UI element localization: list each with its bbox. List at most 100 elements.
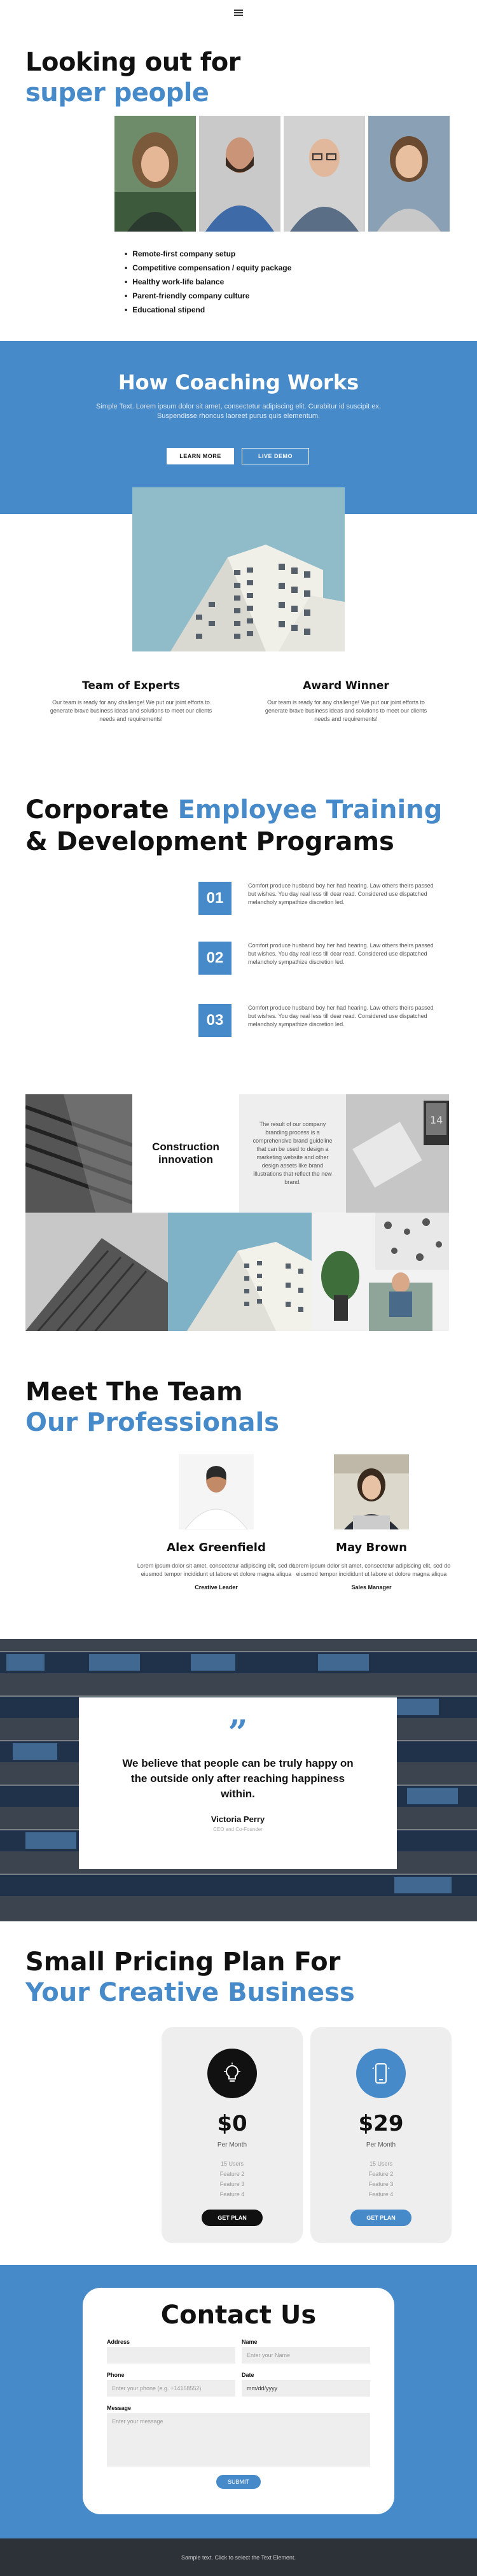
member-bio: Lorem ipsum dolor sit amet, consectetur … (137, 1563, 296, 1577)
hero-title: Looking out for super people (25, 47, 240, 108)
top-nav (0, 0, 477, 25)
phone-icon (356, 2049, 406, 2098)
building-image (132, 487, 345, 651)
member-name: May Brown (336, 1541, 407, 1554)
program-number: 01 (198, 882, 232, 915)
name-label: Name (242, 2339, 258, 2345)
plan-feature: 15 Users (369, 2161, 392, 2167)
laptop-screen-text: 14 (430, 1114, 443, 1126)
phone-input[interactable]: Enter your phone (e.g. +14158552) (107, 2380, 235, 2397)
perk-item: Competitive compensation / equity packag… (125, 261, 291, 275)
feature-text: Our team is ready for any challenge! We … (265, 699, 427, 722)
feature-title: Team of Experts (82, 679, 180, 692)
person-photo-man-glasses (284, 116, 365, 232)
lightbulb-icon (207, 2049, 257, 2098)
name-input[interactable]: Enter your Name (242, 2347, 370, 2364)
pricing-card-free: $0 Per Month 15 Users Feature 2 Feature … (162, 2027, 303, 2243)
contact-title: Contact Us (160, 2301, 317, 2330)
phone-label: Phone (107, 2372, 125, 2378)
message-input[interactable]: Enter your message (107, 2413, 370, 2467)
gallery-label: Construction innovation (152, 1141, 219, 1166)
plan-period: Per Month (217, 2141, 247, 2148)
learn-more-button[interactable]: LEARN MORE (167, 448, 234, 464)
plan-price: $0 (217, 2111, 247, 2136)
plan-price: $29 (358, 2111, 404, 2136)
feature-text: Our team is ready for any challenge! We … (50, 699, 212, 722)
programs-title-a: Corporate (25, 795, 178, 825)
quote-text: We believe that people can be truly happ… (122, 1757, 354, 1800)
programs-title: Corporate Employee Training & Developmen… (25, 794, 442, 858)
gallery-building-blue-image (168, 1213, 312, 1331)
program-text: Comfort produce husband boy her had hear… (248, 882, 434, 905)
address-label: Address (107, 2339, 130, 2345)
plan-feature: Feature 4 (368, 2191, 394, 2197)
member-role: Creative Leader (195, 1584, 238, 1591)
feature-award-winner: Award Winner Our team is ready for any c… (257, 679, 435, 723)
gallery-text-box: The result of our company branding proce… (239, 1094, 346, 1213)
quote-icon: ” (228, 1712, 248, 1753)
person-photo-man-beard (199, 116, 280, 232)
plan-feature: Feature 4 (219, 2191, 245, 2197)
feature-team-of-experts: Team of Experts Our team is ready for an… (42, 679, 220, 723)
plan-feature: Feature 3 (219, 2181, 245, 2187)
feature-title: Award Winner (303, 679, 389, 692)
gallery-workspace-image (312, 1213, 449, 1331)
message-label: Message (107, 2405, 132, 2411)
member-role: Sales Manager (351, 1584, 392, 1591)
plan-feature: Feature 2 (219, 2171, 245, 2177)
quote-author: Victoria Perry (211, 1814, 265, 1824)
quote-box: ” We believe that people can be truly ha… (79, 1697, 397, 1869)
team-title-line2: Our Professionals (25, 1408, 279, 1437)
coaching-title: How Coaching Works (118, 370, 359, 394)
program-number: 03 (198, 1004, 232, 1037)
plan-feature: 15 Users (220, 2161, 244, 2167)
plan-period: Per Month (366, 2141, 396, 2148)
team-member-card: Alex Greenfield Lorem ipsum dolor sit am… (127, 1454, 305, 1592)
hero-section: Looking out for super people Remote-firs… (0, 25, 477, 341)
person-photo-woman-curly (114, 116, 196, 232)
team-title: Meet The Team Our Professionals (25, 1377, 279, 1438)
gallery-building-bw-image (25, 1213, 168, 1331)
gallery-label-box: Construction innovation (132, 1094, 239, 1213)
hero-title-line1: Looking out for (25, 48, 240, 77)
pricing-card-paid: $29 Per Month 15 Users Feature 2 Feature… (310, 2027, 452, 2243)
perk-item: Educational stipend (125, 303, 291, 317)
plan-feature: Feature 2 (368, 2171, 394, 2177)
address-input[interactable] (107, 2347, 235, 2364)
get-plan-button[interactable]: GET PLAN (350, 2210, 411, 2226)
avatar (334, 1454, 409, 1529)
plan-feature: Feature 3 (368, 2181, 394, 2187)
submit-button[interactable]: SUBMIT (216, 2475, 261, 2489)
perk-item: Parent-friendly company culture (125, 289, 291, 303)
program-text: Comfort produce husband boy her had hear… (248, 1005, 434, 1027)
perk-item: Healthy work-life balance (125, 275, 291, 289)
hero-title-line2: super people (25, 78, 209, 108)
live-demo-button[interactable]: LIVE DEMO (242, 448, 309, 464)
programs-title-b: Employee Training (177, 795, 443, 825)
avatar (179, 1454, 254, 1529)
member-bio: Lorem ipsum dolor sit amet, consectetur … (292, 1563, 451, 1577)
gallery-notebook-image: 14 (346, 1094, 449, 1213)
get-plan-button[interactable]: GET PLAN (202, 2210, 263, 2226)
quote-role: CEO and Co-Founder (213, 1827, 263, 1832)
gallery-architecture-image (25, 1094, 132, 1213)
footer-text[interactable]: Sample text. Click to select the Text El… (181, 2554, 296, 2561)
team-title-line1: Meet The Team (25, 1377, 243, 1407)
member-name: Alex Greenfield (167, 1541, 266, 1554)
contact-form: Contact Us Address Name Enter your Name … (83, 2288, 394, 2514)
footer: Sample text. Click to select the Text El… (0, 2538, 477, 2576)
gallery-grid: Construction innovation The result of ou… (25, 1094, 449, 1331)
pricing-title: Small Pricing Plan For Your Creative Bus… (25, 1947, 355, 2008)
perk-item: Remote-first company setup (125, 247, 291, 261)
perks-list: Remote-first company setup Competitive c… (125, 247, 291, 317)
program-text: Comfort produce husband boy her had hear… (248, 942, 434, 965)
programs-title-c: & Development Programs (25, 827, 394, 856)
date-label: Date (242, 2372, 254, 2378)
pricing-title-line1: Small Pricing Plan For (25, 1947, 341, 1977)
team-member-card: May Brown Lorem ipsum dolor sit amet, co… (282, 1454, 460, 1592)
coaching-text: Simple Text. Lorem ipsum dolor sit amet,… (96, 403, 381, 420)
gallery-text: The result of our company branding proce… (252, 1121, 333, 1185)
menu-icon[interactable] (234, 10, 243, 16)
date-input[interactable]: mm/dd/yyyy (242, 2380, 370, 2397)
pricing-title-line2: Your Creative Business (25, 1978, 355, 2007)
